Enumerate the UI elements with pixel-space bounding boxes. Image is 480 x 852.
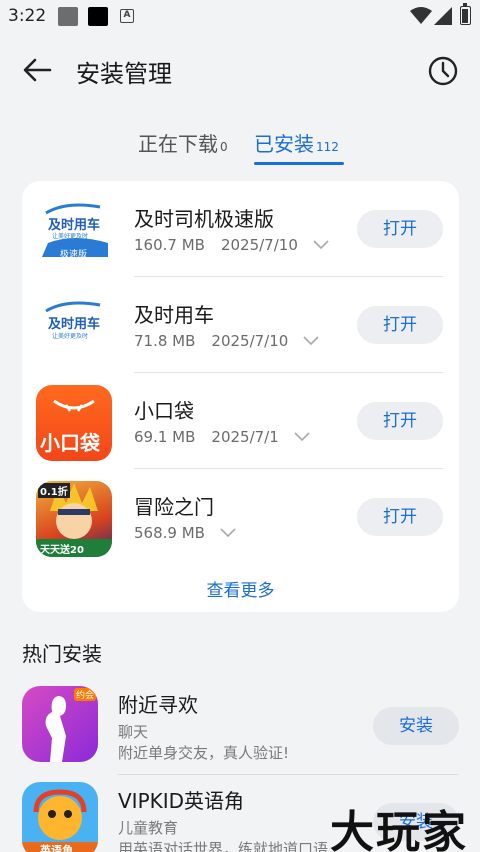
app-name: 小口袋 [134, 399, 194, 423]
installed-apps-card: 及时用车 让美好更及时 极速版 及时司机极速版 160.7 MB 2025/7/… [22, 181, 459, 612]
app-row[interactable]: 0.1折 天天送20 冒险之门 568.9 MB 打开 [22, 469, 459, 565]
a-notification-icon: A [120, 9, 134, 23]
app-icon: 小口袋 [36, 385, 112, 461]
app-icon-text: 0.1折 [38, 483, 70, 498]
app-icon-text: 小口袋 [40, 431, 100, 455]
tab-label: 已安装 [254, 132, 314, 156]
hot-app-icon: 英语角 [22, 782, 98, 852]
hot-app-icon: 约会 [22, 686, 98, 762]
tab-bar: 正在下载 0 已安装 112 [0, 128, 480, 168]
app-name: 及时用车 [134, 303, 214, 327]
app-name: 冒险之门 [134, 495, 214, 519]
app-meta: 71.8 MB 2025/7/10 [134, 332, 320, 350]
hot-app-name: 附近寻欢 [118, 693, 198, 717]
page-title: 安装管理 [76, 60, 172, 88]
install-button[interactable]: 安装 [373, 707, 459, 745]
title-bar: 安装管理 [0, 40, 480, 100]
app-meta: 568.9 MB [134, 524, 237, 542]
app-icon: 及时用车 让美好更及时 极速版 [36, 193, 112, 269]
chevron-down-icon[interactable] [293, 431, 311, 443]
app-date: 2025/7/1 [211, 428, 279, 446]
open-button[interactable]: 打开 [357, 210, 443, 248]
hot-app-category: 儿童教育 [118, 819, 179, 837]
hot-app-icon-text: 英语角 [40, 844, 73, 852]
notification-icon [88, 7, 108, 26]
hot-app-name: VIPKID英语角 [118, 789, 245, 813]
back-arrow-icon[interactable] [20, 52, 56, 88]
hot-app-category: 聊天 [118, 723, 149, 741]
open-button[interactable]: 打开 [357, 306, 443, 344]
open-button[interactable]: 打开 [357, 498, 443, 536]
open-button[interactable]: 打开 [357, 402, 443, 440]
app-meta: 160.7 MB 2025/7/10 [134, 236, 330, 254]
status-time: 3:22 [8, 6, 47, 26]
signal-icon [434, 7, 452, 25]
section-title: 热门安装 [22, 642, 102, 666]
app-row[interactable]: 小口袋 小口袋 69.1 MB 2025/7/1 打开 [22, 373, 459, 469]
hot-app-description: 附近单身交友，真人验证! [118, 744, 290, 762]
app-date: 2025/7/10 [211, 332, 289, 350]
app-icon: 0.1折 天天送20 [36, 481, 112, 557]
app-icon-subtext: 让美好更及时 [52, 233, 89, 240]
app-meta: 69.1 MB 2025/7/1 [134, 428, 311, 446]
status-bar: 3:22 A [0, 0, 480, 34]
app-icon-badge: 极速版 [60, 250, 88, 260]
hot-app-description: 用英语对话世界，练就地道口语... [118, 840, 343, 852]
wifi-icon [410, 7, 432, 24]
tab-count: 112 [316, 140, 339, 154]
chevron-down-icon[interactable] [302, 335, 320, 347]
tab-label: 正在下载 [138, 132, 218, 156]
app-row[interactable]: 及时用车 让美好更及时 极速版 及时司机极速版 160.7 MB 2025/7/… [22, 181, 459, 277]
tab-installed[interactable]: 已安装 112 [254, 128, 339, 157]
notification-icon [58, 7, 78, 26]
tab-downloading[interactable]: 正在下载 0 [138, 128, 228, 157]
divider [118, 774, 458, 775]
app-size: 160.7 MB [134, 236, 205, 254]
hot-app-icon-badge: 约会 [73, 688, 96, 701]
app-icon-text: 及时用车 [48, 317, 101, 332]
app-name: 及时司机极速版 [134, 207, 274, 231]
app-date: 2025/7/10 [220, 236, 298, 254]
see-more-link[interactable]: 查看更多 [22, 576, 459, 601]
history-clock-icon[interactable] [424, 52, 462, 90]
app-icon-badge: 天天送20 [40, 545, 84, 556]
chevron-down-icon[interactable] [219, 527, 237, 539]
app-size: 71.8 MB [134, 332, 196, 350]
app-row[interactable]: 及时用车 让美好更及时 及时用车 71.8 MB 2025/7/10 打开 [22, 277, 459, 373]
tab-count: 0 [220, 140, 228, 154]
hot-app-row[interactable]: 约会 附近寻欢 聊天 附近单身交友，真人验证! 安装 [0, 686, 480, 782]
app-size: 568.9 MB [134, 524, 205, 542]
app-icon: 及时用车 让美好更及时 [36, 289, 112, 365]
watermark-text: 大玩家 [330, 807, 468, 852]
app-icon-subtext: 让美好更及时 [52, 333, 89, 340]
battery-icon [460, 3, 471, 25]
app-size: 69.1 MB [134, 428, 196, 446]
tab-active-indicator [254, 162, 344, 165]
chevron-down-icon[interactable] [312, 239, 330, 251]
